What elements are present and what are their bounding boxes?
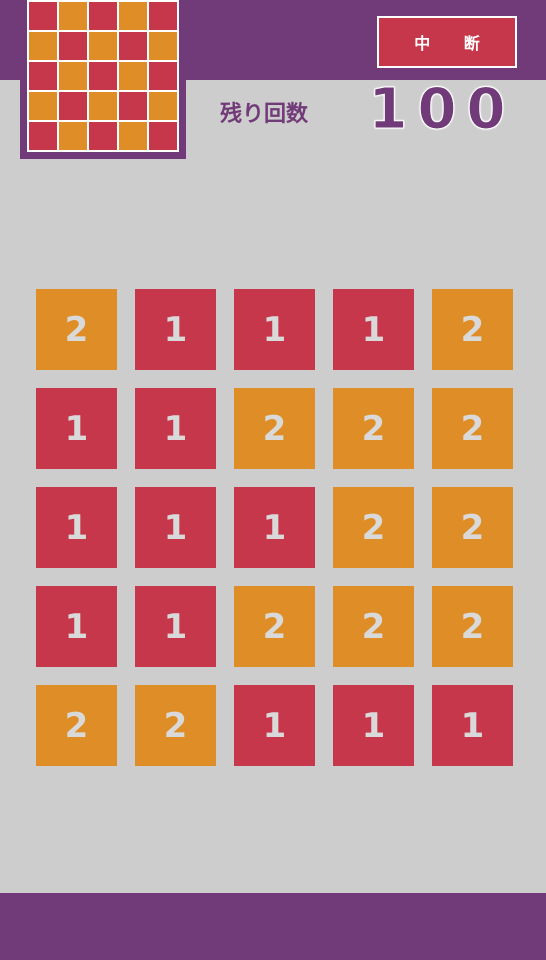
board-tile[interactable]: 1 (135, 388, 216, 469)
board-tile[interactable]: 1 (333, 685, 414, 766)
target-cell (59, 92, 87, 120)
target-cell (59, 122, 87, 150)
remaining-moves-count: 100 (368, 77, 516, 142)
target-cell (119, 62, 147, 90)
board-tile[interactable]: 2 (432, 289, 513, 370)
bottom-bar (0, 893, 546, 960)
target-pattern-panel (20, 0, 186, 159)
board-tile[interactable]: 2 (432, 586, 513, 667)
target-cell (89, 92, 117, 120)
target-cell (149, 32, 177, 60)
target-cell (119, 92, 147, 120)
target-cell (149, 2, 177, 30)
target-cell (89, 2, 117, 30)
target-cell (89, 62, 117, 90)
board-tile[interactable]: 2 (333, 586, 414, 667)
target-cell (59, 62, 87, 90)
board-tile[interactable]: 1 (135, 586, 216, 667)
target-pattern-grid (27, 0, 179, 152)
board-tile[interactable]: 2 (432, 487, 513, 568)
board-tile[interactable]: 2 (234, 388, 315, 469)
target-cell (29, 92, 57, 120)
board-tile[interactable]: 1 (432, 685, 513, 766)
board-tile[interactable]: 1 (135, 289, 216, 370)
target-cell (59, 32, 87, 60)
target-cell (149, 62, 177, 90)
game-screen: 中 断 残り回数 100 2111211222111221122222111 (0, 0, 546, 960)
game-board: 2111211222111221122222111 (36, 289, 514, 767)
board-tile[interactable]: 1 (135, 487, 216, 568)
board-tile[interactable]: 2 (432, 388, 513, 469)
board-tile[interactable]: 1 (36, 487, 117, 568)
board-tile[interactable]: 1 (36, 586, 117, 667)
target-cell (29, 122, 57, 150)
target-cell (89, 32, 117, 60)
board-tile[interactable]: 1 (234, 289, 315, 370)
target-cell (149, 92, 177, 120)
target-cell (119, 32, 147, 60)
target-cell (29, 32, 57, 60)
board-tile[interactable]: 1 (333, 289, 414, 370)
board-tile[interactable]: 2 (234, 586, 315, 667)
board-tile[interactable]: 2 (135, 685, 216, 766)
target-cell (29, 62, 57, 90)
target-cell (149, 122, 177, 150)
board-tile[interactable]: 2 (36, 685, 117, 766)
target-cell (119, 122, 147, 150)
target-cell (89, 122, 117, 150)
target-cell (29, 2, 57, 30)
board-tile[interactable]: 2 (36, 289, 117, 370)
board-tile[interactable]: 2 (333, 487, 414, 568)
board-tile[interactable]: 1 (234, 487, 315, 568)
remaining-moves-label: 残り回数 (220, 102, 309, 127)
target-cell (59, 2, 87, 30)
target-cell (119, 2, 147, 30)
abort-button[interactable]: 中 断 (377, 16, 517, 68)
board-tile[interactable]: 2 (333, 388, 414, 469)
board-tile[interactable]: 1 (234, 685, 315, 766)
board-tile[interactable]: 1 (36, 388, 117, 469)
